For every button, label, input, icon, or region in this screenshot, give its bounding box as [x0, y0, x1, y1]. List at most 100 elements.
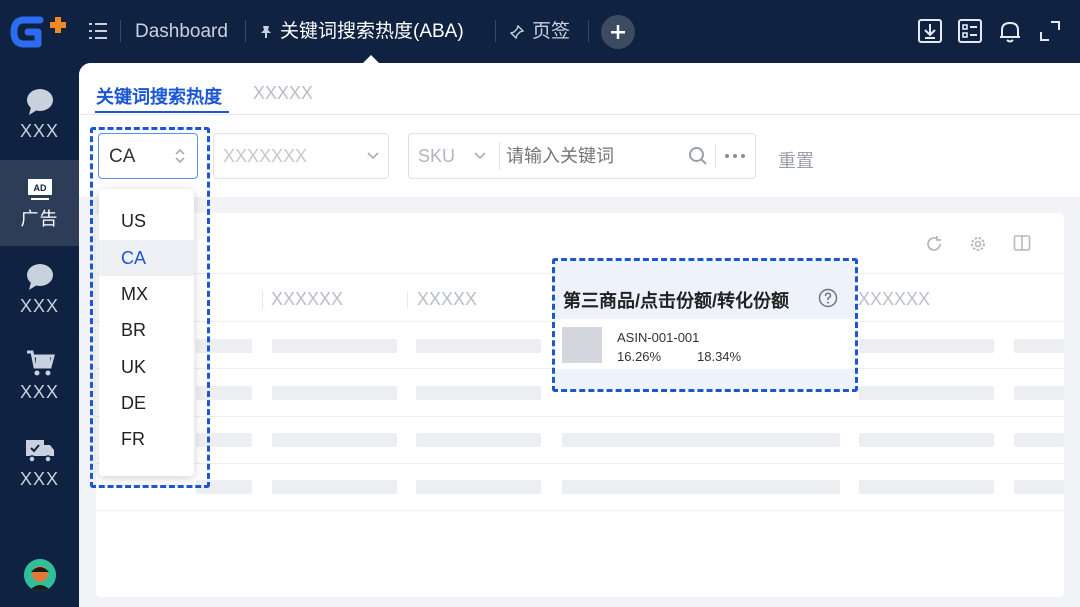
skeleton-cell [272, 480, 397, 494]
secondary-select[interactable]: XXXXXXX [213, 133, 389, 179]
tab-secondary[interactable]: XXXXX [253, 83, 313, 104]
skeleton-cell [196, 339, 252, 353]
user-avatar[interactable] [24, 559, 56, 591]
sidebar-item-label: XXX [19, 382, 60, 402]
skeleton-cell [1014, 339, 1064, 353]
column-separator [262, 291, 263, 309]
skeleton-cell [1014, 386, 1064, 400]
plus-icon [611, 25, 625, 39]
skeleton-cell [196, 433, 252, 447]
keyword-search-group: SKU [408, 133, 756, 179]
breadcrumb-dashboard[interactable]: Dashboard [135, 19, 228, 45]
column-header[interactable]: XXXXX [417, 289, 477, 310]
reset-button[interactable]: 重置 [778, 147, 814, 173]
conversion-share-value: 18.34% [697, 349, 742, 364]
add-tab-button[interactable] [601, 15, 635, 49]
marketplace-option[interactable]: UK [99, 349, 194, 385]
tab-pinned-page[interactable]: 页签 [510, 19, 570, 45]
select-arrows-icon [175, 148, 185, 164]
search-icon[interactable] [688, 146, 708, 166]
refresh-icon[interactable] [925, 235, 943, 253]
divider [715, 144, 716, 168]
ad-badge-text: AD [33, 183, 46, 193]
marketplace-option[interactable]: US [99, 203, 194, 239]
chevron-down-icon [367, 152, 379, 160]
divider [245, 20, 246, 42]
skeleton-cell [1014, 433, 1064, 447]
download-icon[interactable] [917, 18, 943, 44]
top-bar: Dashboard 关键词搜索热度(ABA) 页签 [0, 0, 1080, 64]
skeleton-cell [859, 480, 994, 494]
pin-filled-icon[interactable] [260, 25, 272, 39]
task-list-icon[interactable] [957, 18, 983, 44]
third-product-share-column: 第三商品/点击份额/转化份额 ASIN-001-001 16.26% 18.34… [555, 261, 855, 389]
settings-gear-icon[interactable] [969, 235, 987, 253]
divider [499, 142, 500, 170]
keyword-search-input[interactable] [506, 140, 676, 172]
notification-bell-icon[interactable] [997, 18, 1023, 44]
page-tabs: 关键词搜索热度 XXXXX [79, 63, 1080, 115]
divider [588, 20, 589, 42]
skeleton-cell [272, 386, 397, 400]
column-header[interactable]: XXXXXX [858, 289, 930, 310]
chat-bubble-icon [26, 89, 53, 115]
skeleton-cell [562, 433, 840, 447]
active-tab-label: 关键词搜索热度(ABA) [280, 21, 464, 42]
brand-logo-icon[interactable] [10, 12, 70, 52]
product-thumbnail [562, 327, 602, 363]
divider [495, 20, 496, 42]
chat-bubble-icon [26, 264, 53, 290]
sidebar-item-label: XXX [19, 469, 60, 489]
filter-bar: CA XXXXXXX SKU 重置 [79, 115, 1080, 197]
pin-outline-icon[interactable] [510, 24, 524, 39]
marketplace-dropdown: US CA MX BR UK DE FR [99, 189, 194, 476]
column-title: 第三商品/点击份额/转化份额 [563, 291, 790, 311]
skeleton-cell [1014, 480, 1064, 494]
skeleton-cell [859, 433, 994, 447]
column-layout-icon[interactable] [1013, 234, 1031, 252]
secondary-select-placeholder: XXXXXXX [223, 146, 308, 166]
skeleton-cell [196, 386, 252, 400]
fullscreen-icon[interactable] [1037, 18, 1063, 44]
shopping-cart-icon [26, 350, 55, 376]
sku-type-select[interactable]: SKU [418, 146, 455, 167]
sidebar-item-logistics[interactable]: XXX [0, 435, 79, 521]
marketplace-option-selected[interactable]: CA [99, 240, 194, 276]
tab-keyword-heat[interactable]: 关键词搜索热度 [96, 83, 222, 109]
more-options-icon[interactable] [723, 152, 747, 160]
marketplace-option[interactable]: DE [99, 385, 194, 421]
help-question-icon[interactable] [818, 288, 838, 308]
skeleton-cell [859, 386, 994, 400]
skeleton-cell [272, 433, 397, 447]
table-divider [96, 510, 1064, 511]
skeleton-cell [859, 339, 994, 353]
sidebar-item-cart[interactable]: XXX [0, 348, 79, 434]
user-avatar-icon [24, 559, 56, 591]
active-tab-underline [95, 111, 229, 113]
marketplace-option[interactable]: MX [99, 276, 194, 312]
sidebar-item-label: 广告 [20, 209, 59, 229]
skeleton-cell [416, 480, 541, 494]
chevron-down-icon[interactable] [473, 151, 487, 161]
sidebar-item-label: XXX [19, 296, 60, 316]
column-header[interactable]: XXXXXX [271, 289, 343, 310]
skeleton-cell [416, 433, 541, 447]
marketplace-select-value: CA [109, 146, 136, 167]
skeleton-cell [416, 386, 541, 400]
menu-toggle-icon[interactable] [87, 20, 109, 42]
sidebar-item-label: XXX [19, 121, 60, 141]
sidebar-item-ads[interactable]: AD 广告 [0, 160, 79, 246]
sidebar-item-messages-2[interactable]: XXX [0, 262, 79, 348]
table-divider [96, 463, 1064, 464]
skeleton-cell [416, 339, 541, 353]
skeleton-cell [196, 480, 252, 494]
marketplace-option[interactable]: BR [99, 312, 194, 348]
column-separator [407, 291, 408, 309]
tab-aba-keyword-heat[interactable]: 关键词搜索热度(ABA) [260, 19, 464, 45]
table-divider [96, 416, 1064, 417]
click-share-value: 16.26% [617, 349, 662, 364]
product-share-item[interactable]: ASIN-001-001 16.26% 18.34% [555, 319, 855, 369]
marketplace-option[interactable]: FR [99, 421, 194, 457]
skeleton-cell [272, 339, 397, 353]
marketplace-select[interactable]: CA [98, 133, 198, 179]
